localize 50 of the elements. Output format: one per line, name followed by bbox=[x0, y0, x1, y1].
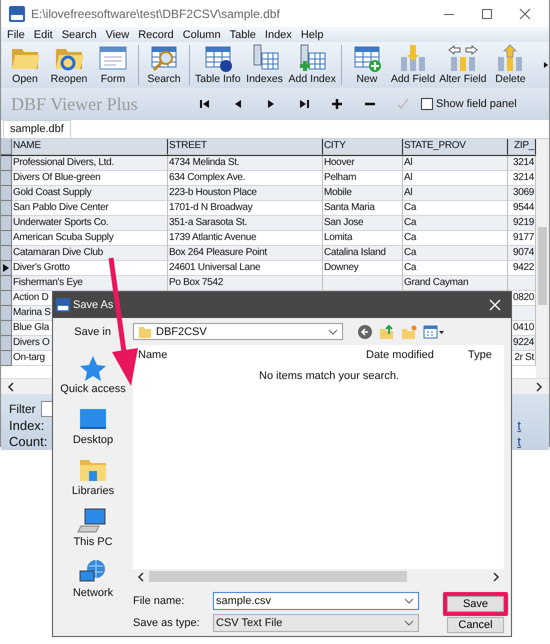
file-type-dropdown[interactable]: CSV Text File bbox=[213, 614, 419, 632]
menu-item[interactable]: File bbox=[7, 28, 25, 40]
menu-item[interactable]: Column bbox=[182, 28, 221, 40]
toolbar-button[interactable]: Form bbox=[91, 42, 135, 88]
column-header[interactable]: CITY bbox=[323, 139, 403, 155]
count-label: Count: bbox=[9, 434, 48, 450]
link[interactable]: t bbox=[517, 434, 521, 450]
menu-item[interactable]: Index bbox=[264, 28, 292, 40]
filter-label: Filter bbox=[9, 402, 36, 416]
file-list[interactable]: Name Date modified Type No items match your search. bbox=[133, 345, 504, 569]
save-as-type-label: Save as type: bbox=[133, 617, 201, 629]
dialog-button[interactable]: Save bbox=[447, 596, 504, 612]
menu-item[interactable]: Table bbox=[230, 28, 256, 40]
column-header[interactable]: STATE_PROV bbox=[403, 139, 508, 155]
column-header[interactable]: Name bbox=[138, 349, 168, 361]
column-header[interactable]: NAME bbox=[12, 139, 168, 155]
menu-item[interactable]: View bbox=[106, 28, 130, 40]
place-item[interactable]: Libraries bbox=[72, 455, 114, 502]
menu-item[interactable]: Edit bbox=[34, 28, 53, 40]
toolbar-button[interactable]: Search bbox=[142, 42, 186, 88]
window-title: E:\ilovefreesoftware\test\DBF2CSV\sample.dbf bbox=[31, 6, 280, 20]
menu-item[interactable]: Search bbox=[62, 28, 97, 40]
app-name: DBF Viewer Plus bbox=[11, 94, 139, 114]
toolbar-button[interactable]: Reopen bbox=[47, 42, 91, 88]
place-item[interactable]: Desktop bbox=[72, 404, 114, 451]
toolbar-button[interactable]: Table Info bbox=[193, 42, 243, 88]
place-item[interactable]: Network bbox=[72, 557, 114, 604]
menu-item[interactable]: Help bbox=[300, 28, 324, 40]
save-in-label: Save in bbox=[73, 326, 112, 338]
dialog-button[interactable]: Cancel bbox=[447, 617, 504, 633]
file-tab[interactable]: sample.dbf bbox=[3, 120, 71, 138]
toolbar-button[interactable]: Open bbox=[3, 42, 47, 88]
toolbar-button[interactable]: Indexes bbox=[242, 42, 287, 88]
toolbar-button[interactable]: New bbox=[344, 42, 389, 88]
show-field-panel-checkbox[interactable]: Show field panel bbox=[421, 98, 517, 110]
toolbar-button[interactable]: Add Index bbox=[286, 42, 338, 88]
file-name-label: File name: bbox=[133, 595, 186, 607]
toolbar-button[interactable]: Alter Field bbox=[437, 42, 488, 88]
column-header[interactable]: STREET bbox=[168, 139, 323, 155]
toolbar-button[interactable]: Add Field bbox=[388, 42, 438, 88]
index-label: Index: bbox=[9, 418, 44, 434]
save-in-dropdown[interactable]: DBF2CSV bbox=[133, 323, 343, 340]
link[interactable]: t bbox=[517, 418, 521, 434]
toolbar-button[interactable]: Delete bbox=[488, 42, 532, 88]
empty-message: No items match your search. bbox=[259, 370, 399, 382]
column-header[interactable]: Date modified bbox=[366, 349, 434, 361]
column-header[interactable]: Type bbox=[468, 349, 492, 361]
file-name-field[interactable]: sample.csv bbox=[213, 592, 419, 610]
menu-item[interactable]: Record bbox=[138, 28, 174, 40]
place-item[interactable]: This PC bbox=[73, 506, 113, 553]
